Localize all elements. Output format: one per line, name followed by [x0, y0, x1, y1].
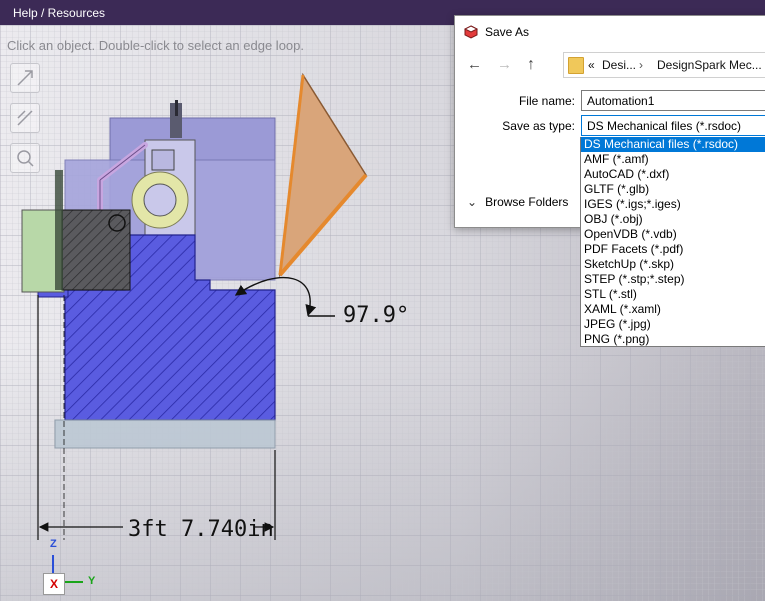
app-cube-icon	[464, 25, 478, 39]
option-glb[interactable]: GLTF (*.glb)	[581, 182, 765, 197]
angle-value: 97.9°	[343, 303, 409, 328]
save-type-label: Save as type:	[502, 119, 575, 133]
option-png[interactable]: PNG (*.png)	[581, 332, 765, 347]
option-rsdoc[interactable]: DS Mechanical files (*.rsdoc)	[581, 137, 765, 152]
breadcrumb-separator-icon: ›	[639, 58, 643, 72]
back-arrow-icon[interactable]: ←	[467, 56, 482, 73]
file-name-input[interactable]: Automation1	[581, 90, 765, 111]
option-xaml[interactable]: XAML (*.xaml)	[581, 302, 765, 317]
save-type-dropdown[interactable]: DS Mechanical files (*.rsdoc) AMF (*.amf…	[580, 137, 765, 347]
option-obj[interactable]: OBJ (*.obj)	[581, 212, 765, 227]
path-breadcrumb[interactable]: « Desi... › DesignSpark Mec...	[563, 52, 765, 78]
measure-icon	[17, 110, 33, 126]
folder-icon	[568, 57, 584, 74]
option-skp[interactable]: SketchUp (*.skp)	[581, 257, 765, 272]
viewport-hint: Click an object. Double-click to select …	[7, 38, 304, 53]
orient-icon	[17, 70, 33, 86]
browse-folders-toggle[interactable]: ⌄ Browse Folders	[467, 195, 568, 209]
forward-arrow-icon[interactable]: →	[497, 56, 512, 73]
view-tool-1[interactable]	[10, 63, 40, 93]
option-dxf[interactable]: AutoCAD (*.dxf)	[581, 167, 765, 182]
breadcrumb-overflow[interactable]: «	[588, 58, 595, 72]
axis-y-label: Y	[88, 575, 96, 587]
option-step[interactable]: STEP (*.stp;*.step)	[581, 272, 765, 287]
browse-folders-label: Browse Folders	[485, 195, 569, 209]
option-stl[interactable]: STL (*.stl)	[581, 287, 765, 302]
file-name-label: File name:	[518, 94, 575, 108]
zoom-icon	[17, 150, 34, 167]
up-arrow-icon[interactable]: ↑	[527, 56, 535, 74]
axis-z-label: Z	[50, 538, 57, 550]
option-pdf[interactable]: PDF Facets (*.pdf)	[581, 242, 765, 257]
help-resources-menu[interactable]: Help / Resources	[13, 6, 105, 20]
view-tool-3[interactable]	[10, 143, 40, 173]
save-type-select[interactable]: DS Mechanical files (*.rsdoc)	[581, 115, 765, 136]
dialog-title: Save As	[485, 25, 530, 39]
option-iges[interactable]: IGES (*.igs;*.iges)	[581, 197, 765, 212]
axis-x-label: X	[43, 573, 65, 595]
breadcrumb-item[interactable]: Desi...	[602, 58, 636, 72]
chevron-down-icon: ⌄	[467, 195, 478, 209]
option-amf[interactable]: AMF (*.amf)	[581, 152, 765, 167]
file-name-value: Automation1	[587, 94, 655, 108]
save-type-value: DS Mechanical files (*.rsdoc)	[587, 119, 742, 133]
breadcrumb-item[interactable]: DesignSpark Mec...	[657, 58, 762, 72]
view-tool-2[interactable]	[10, 103, 40, 133]
option-vdb[interactable]: OpenVDB (*.vdb)	[581, 227, 765, 242]
dimension-value: 3ft 7.740in	[128, 517, 274, 542]
option-jpg[interactable]: JPEG (*.jpg)	[581, 317, 765, 332]
